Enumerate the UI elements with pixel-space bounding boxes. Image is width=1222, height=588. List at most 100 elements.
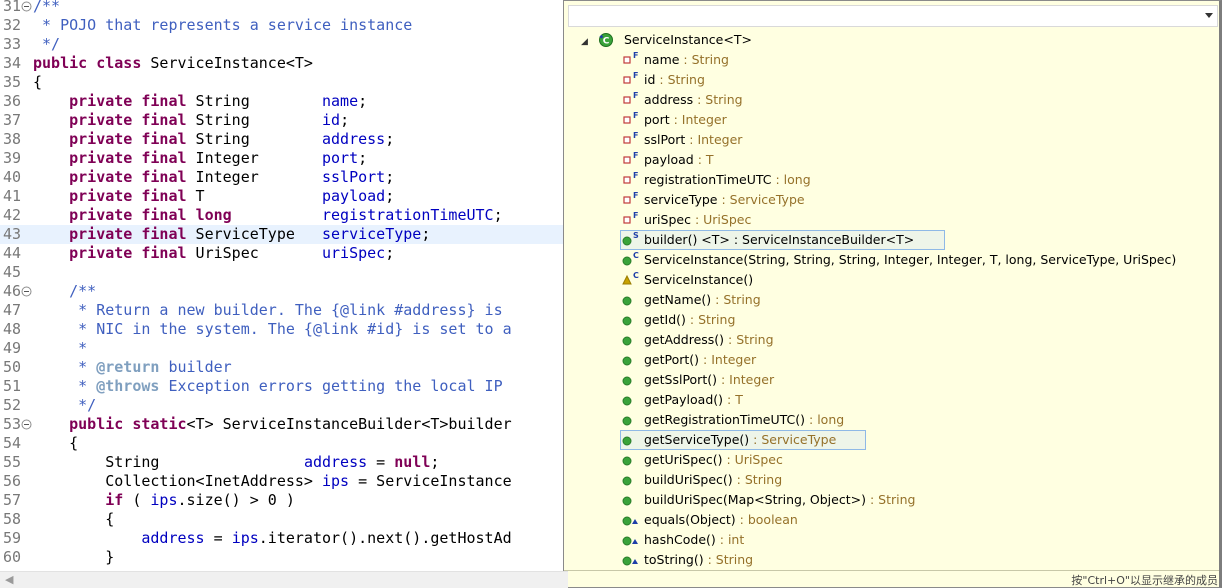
code-text: * Return a new builder. The {@link #addr… <box>33 301 503 320</box>
code-line[interactable]: 58 { <box>0 510 568 529</box>
code-token: ; <box>385 244 395 262</box>
outline-method-item[interactable]: getSslPort() : Integer <box>620 370 1210 390</box>
outline-root-class[interactable]: ◢ C ◆ ServiceInstance<T> <box>564 30 1204 50</box>
code-token: .size() > 0 ) <box>177 491 295 509</box>
outline-method-item[interactable]: toString() : String <box>620 550 1210 570</box>
line-number: 37 <box>2 111 21 129</box>
fold-collapse-icon[interactable] <box>21 286 32 297</box>
member-type: ServiceType <box>729 192 805 207</box>
member-name: getPayload() <box>644 392 724 407</box>
outline-method-item[interactable]: getId() : String <box>620 310 1210 330</box>
code-line[interactable]: 54 { <box>0 434 568 453</box>
code-token: * Return a new builder. The {@link #addr… <box>33 301 503 319</box>
outline-field-item[interactable]: FserviceType : ServiceType <box>620 190 1210 210</box>
outline-method-item[interactable]: getName() : String <box>620 290 1210 310</box>
code-line[interactable]: 33 */ <box>0 35 568 54</box>
outline-method-item[interactable]: equals(Object) : boolean <box>620 510 1210 530</box>
line-number: 31 <box>2 0 21 15</box>
outline-method-item[interactable]: buildUriSpec(Map<String, Object>) : Stri… <box>620 490 1210 510</box>
code-token: ; <box>430 453 440 471</box>
outline-method-item[interactable]: C ServiceInstance() <box>620 270 1210 290</box>
code-line[interactable]: 51 * @throws Exception errors getting th… <box>0 377 568 396</box>
outline-method-item[interactable]: C ServiceInstance(String, String, String,… <box>620 250 1210 270</box>
code-line[interactable]: 46 /** <box>0 282 568 301</box>
code-line[interactable]: 44 private final UriSpec uriSpec; <box>0 244 568 263</box>
code-line[interactable]: 32 * POJO that represents a service inst… <box>0 16 568 35</box>
code-line[interactable]: 43 private final ServiceType serviceType… <box>0 225 568 244</box>
code-token: private <box>69 206 133 224</box>
scroll-left-arrow-icon[interactable]: ◀ <box>5 573 13 586</box>
method-public-icon <box>620 410 642 430</box>
line-number: 51 <box>2 377 21 395</box>
code-line[interactable]: 52 */ <box>0 396 568 415</box>
fold-collapse-icon[interactable] <box>21 1 32 12</box>
line-number: 40 <box>2 168 21 186</box>
code-line[interactable]: 41 private final T payload; <box>0 187 568 206</box>
code-line[interactable]: 56 Collection<InetAddress> ips = Service… <box>0 472 568 491</box>
member-type: Integer <box>697 132 743 147</box>
code-line[interactable]: 47 * Return a new builder. The {@link #a… <box>0 301 568 320</box>
code-line[interactable]: 49 * <box>0 339 568 358</box>
code-line[interactable]: 37 private final String id; <box>0 111 568 130</box>
code-text: private final UriSpec uriSpec; <box>33 244 394 263</box>
outline-field-item[interactable]: Faddress : String <box>620 90 1210 110</box>
outline-field-item[interactable]: Fpayload : T <box>620 150 1210 170</box>
outline-method-item[interactable]: getUriSpec() : UriSpec <box>620 450 1210 470</box>
outline-method-item[interactable]: hashCode() : int <box>620 530 1210 550</box>
code-line[interactable]: 45 <box>0 263 568 282</box>
code-line[interactable]: 50 * @return builder <box>0 358 568 377</box>
outline-field-item[interactable]: FregistrationTimeUTC : long <box>620 170 1210 190</box>
code-line[interactable]: 38 private final String address; <box>0 130 568 149</box>
code-line[interactable]: 48 * NIC in the system. The {@link #id} … <box>0 320 568 339</box>
method-public-icon <box>620 330 642 350</box>
code-line[interactable]: 34 public class ServiceInstance<T> <box>0 54 568 73</box>
code-line[interactable]: 40 private final Integer sslPort; <box>0 168 568 187</box>
code-line[interactable]: 39 private final Integer port; <box>0 149 568 168</box>
line-number: 60 <box>2 548 21 566</box>
view-menu-dropdown-icon[interactable] <box>1205 13 1213 18</box>
outline-method-item[interactable]: buildUriSpec() : String <box>620 470 1210 490</box>
code-line[interactable]: 57 if ( ips.size() > 0 ) <box>0 491 568 510</box>
code-line[interactable]: 36 private final String name; <box>0 92 568 111</box>
code-line[interactable]: 35 { <box>0 73 568 92</box>
outline-method-item[interactable]: getAddress() : String <box>620 330 1210 350</box>
code-token: final <box>141 149 187 167</box>
outline-field-item[interactable]: FsslPort : Integer <box>620 130 1210 150</box>
outline-field-item[interactable]: Fid : String <box>620 70 1210 90</box>
member-name: getUriSpec() <box>644 452 723 467</box>
code-line[interactable]: 31 /** <box>0 0 568 16</box>
code-line[interactable]: 59 address = ips.iterator().next().getHo… <box>0 529 568 548</box>
code-line[interactable]: 42 private final long registrationTimeUT… <box>0 206 568 225</box>
outline-field-item[interactable]: Fport : Integer <box>620 110 1210 130</box>
code-line[interactable]: 60 } <box>0 548 568 567</box>
outline-method-item[interactable]: Sbuilder() <T> : ServiceInstanceBuilder<… <box>620 230 1210 250</box>
collapse-arrow-icon[interactable]: ◢ <box>581 32 588 52</box>
outline-filter-input[interactable] <box>571 8 1191 24</box>
member-name: name <box>644 52 680 67</box>
svg-text:C: C <box>633 251 639 260</box>
code-editor[interactable]: 31/** 32 * POJO that represents a service… <box>0 0 568 588</box>
fold-collapse-icon[interactable] <box>21 419 32 430</box>
member-type: String <box>878 492 916 507</box>
horizontal-scrollbar[interactable]: ◀ <box>0 571 568 588</box>
type-separator: : <box>716 372 730 387</box>
code-line[interactable]: 55 String address = null; <box>0 453 568 472</box>
method-public-icon <box>620 370 642 390</box>
code-token: ; <box>493 206 503 224</box>
code-line[interactable]: 53 public static<T> ServiceInstanceBuild… <box>0 415 568 434</box>
outline-field-item[interactable]: FuriSpec : UriSpec <box>620 210 1210 230</box>
svg-text:C: C <box>633 271 639 280</box>
method-public-icon <box>620 310 642 330</box>
line-number: 49 <box>2 339 21 357</box>
outline-method-item[interactable]: getPayload() : T <box>620 390 1210 410</box>
svg-text:C: C <box>603 37 610 47</box>
outline-method-item[interactable]: getPort() : Integer <box>620 350 1210 370</box>
outline-method-item[interactable]: getRegistrationTimeUTC() : long <box>620 410 1210 430</box>
outline-method-item[interactable]: getServiceType() : ServiceType <box>620 430 1210 450</box>
code-token: private <box>69 149 133 167</box>
outline-field-item[interactable]: Fname : String <box>620 50 1210 70</box>
